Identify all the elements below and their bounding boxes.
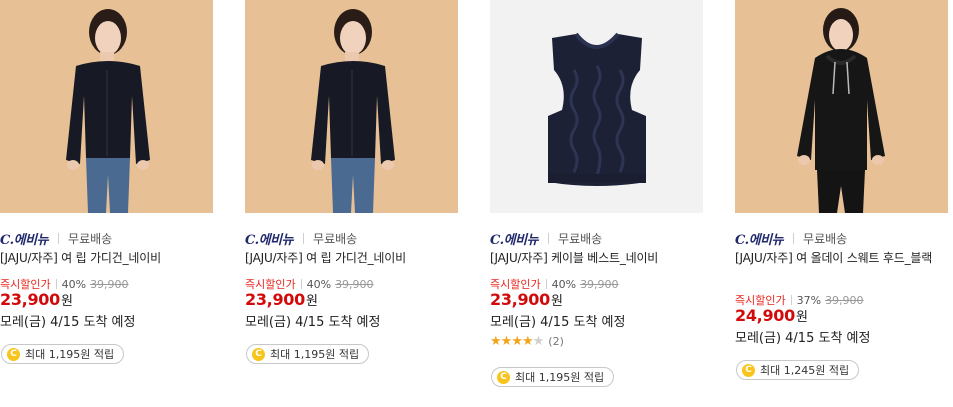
free-shipping-label: 무료배송	[558, 231, 603, 246]
product-image[interactable]	[0, 0, 213, 213]
points-badge: C 최대 1,195원 적립	[1, 344, 125, 364]
product-title[interactable]: [JAJU/자주] 케이블 베스트_네이비	[490, 250, 702, 267]
brand-logo[interactable]: C.에비뉴	[0, 229, 49, 248]
sale-price: 23,900	[245, 290, 305, 309]
currency-unit: 원	[60, 294, 73, 309]
points-badge: C 최대 1,195원 적립	[246, 344, 370, 364]
delivery-estimate: 모레(금) 4/15 도착 예정	[490, 315, 626, 330]
coin-icon: C	[497, 370, 510, 384]
currency-unit: 원	[795, 310, 808, 325]
divider	[55, 279, 57, 289]
rating-row[interactable]: ★ ★ ★ ★ ★ (2)	[490, 335, 564, 348]
divider	[545, 279, 547, 289]
brand-logo[interactable]: C.에비뉴	[735, 229, 784, 248]
free-shipping-label: 무료배송	[313, 231, 358, 246]
divider	[300, 279, 302, 289]
model-navy-cardigan-image	[245, 0, 458, 213]
brand-logo[interactable]: C.에비뉴	[490, 229, 539, 248]
review-count: (2)	[548, 335, 564, 348]
points-text: 최대 1,195원 적립	[25, 348, 115, 361]
discount-percent: 37%	[796, 293, 822, 307]
discount-percent: 40%	[306, 277, 332, 291]
model-black-hoodie-image	[735, 0, 948, 213]
sale-price: 24,900	[735, 306, 795, 325]
delivery-estimate: 모레(금) 4/15 도착 예정	[245, 315, 381, 330]
original-price: 39,900	[825, 293, 864, 307]
free-shipping-label: 무료배송	[68, 231, 113, 246]
discount-percent: 40%	[551, 277, 577, 291]
divider	[303, 232, 305, 244]
sale-price: 23,900	[490, 290, 550, 309]
points-text: 최대 1,245원 적립	[760, 364, 850, 377]
currency-unit: 원	[550, 294, 563, 309]
original-price: 39,900	[335, 277, 374, 291]
product-image[interactable]	[490, 0, 703, 213]
points-text: 최대 1,195원 적립	[270, 348, 360, 361]
product-title[interactable]: [JAJU/자주] 여 립 가디건_네이비	[0, 250, 212, 267]
divider	[548, 232, 550, 244]
divider	[790, 295, 792, 305]
free-shipping-label: 무료배송	[803, 231, 848, 246]
price-row: 23,900원	[0, 290, 73, 309]
product-image[interactable]	[245, 0, 458, 213]
model-navy-cardigan-image	[0, 0, 213, 213]
original-price: 39,900	[90, 277, 129, 291]
delivery-estimate: 모레(금) 4/15 도착 예정	[735, 331, 871, 346]
coin-icon: C	[252, 347, 265, 361]
brand-logo[interactable]: C.에비뉴	[245, 229, 294, 248]
discount-percent: 40%	[61, 277, 87, 291]
currency-unit: 원	[305, 294, 318, 309]
points-badge: C 최대 1,195원 적립	[491, 367, 615, 387]
points-text: 최대 1,195원 적립	[515, 371, 605, 384]
coin-icon: C	[742, 363, 755, 377]
delivery-estimate: 모레(금) 4/15 도착 예정	[0, 315, 136, 330]
original-price: 39,900	[580, 277, 619, 291]
coin-icon: C	[7, 347, 20, 361]
price-row: 24,900원	[735, 306, 808, 325]
divider	[793, 232, 795, 244]
product-title[interactable]: [JAJU/자주] 여 립 가디건_네이비	[245, 250, 457, 267]
star-icon: ★	[532, 334, 545, 349]
sale-price: 23,900	[0, 290, 60, 309]
price-row: 23,900원	[490, 290, 563, 309]
points-badge: C 최대 1,245원 적립	[736, 360, 860, 380]
product-image[interactable]	[735, 0, 948, 213]
price-row: 23,900원	[245, 290, 318, 309]
navy-cable-vest-image	[490, 0, 703, 213]
product-title[interactable]: [JAJU/자주] 여 올데이 스웨트 후드_블랙	[735, 250, 947, 267]
divider	[58, 232, 60, 244]
